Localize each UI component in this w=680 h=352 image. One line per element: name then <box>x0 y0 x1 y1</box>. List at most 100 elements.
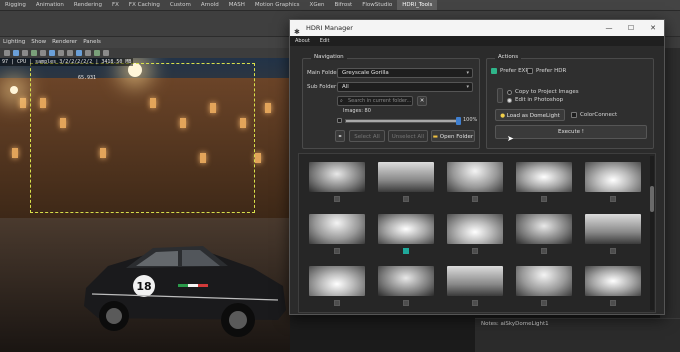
hdri-thumbnail[interactable] <box>378 266 434 296</box>
thumbnail-select-checkbox[interactable] <box>610 248 616 254</box>
hdri-thumbnail[interactable] <box>447 162 503 192</box>
hdri-thumbnail[interactable] <box>309 214 365 244</box>
shelf-tab[interactable]: Custom <box>165 0 196 10</box>
thumbnail-select-checkbox[interactable] <box>334 248 340 254</box>
safe-action-icon[interactable] <box>94 50 100 56</box>
folder-icon: ▬ <box>432 134 440 140</box>
shelf-tab[interactable]: XGen <box>305 0 330 10</box>
wireframe-icon[interactable] <box>22 50 28 56</box>
street-lamp <box>10 86 18 94</box>
shelf-tab[interactable]: Rendering <box>69 0 107 10</box>
viewport-menu-panels[interactable]: Panels <box>80 37 104 48</box>
menu-edit[interactable]: Edit <box>315 36 335 46</box>
shelf-tab[interactable]: Animation <box>31 0 69 10</box>
hdri-thumbnail[interactable] <box>585 266 641 296</box>
svg-text:18: 18 <box>136 280 151 293</box>
slider-toggle-checkbox[interactable] <box>337 118 342 123</box>
grid-scrollbar[interactable] <box>650 156 654 310</box>
thumbnail-select-checkbox[interactable] <box>334 300 340 306</box>
viewport-menu-show[interactable]: Show <box>28 37 49 48</box>
hdri-thumbnail[interactable] <box>378 162 434 192</box>
prefer-hdr-checkbox[interactable] <box>527 68 533 74</box>
viewport-3d[interactable]: 18 <box>0 58 290 352</box>
colorconnect-checkbox[interactable] <box>571 112 577 118</box>
thumbnail-select-checkbox[interactable] <box>610 300 616 306</box>
shelf-tab-active[interactable]: HDRI_Tools <box>397 0 438 10</box>
hdri-thumbnail[interactable] <box>309 162 365 192</box>
hdri-thumbnail[interactable] <box>516 162 572 192</box>
camera-icon[interactable] <box>4 50 10 56</box>
thumbnail-select-checkbox[interactable] <box>334 196 340 202</box>
select-all-label: Select All <box>354 134 380 140</box>
thumbnail-select-checkbox[interactable] <box>472 196 478 202</box>
thumbnail-select-checkbox[interactable] <box>610 196 616 202</box>
hdri-thumbnail-grid[interactable] <box>298 153 656 313</box>
shelf-tab[interactable]: FX <box>107 0 124 10</box>
edit-photoshop-radio[interactable] <box>507 98 512 103</box>
link-icon[interactable]: ⚭ <box>335 130 345 142</box>
thumbnail-size-slider[interactable] <box>345 117 461 125</box>
scrollbar-handle[interactable] <box>650 186 654 212</box>
shelf-tab[interactable]: Bifrost <box>329 0 357 10</box>
hdri-thumbnail[interactable] <box>447 214 503 244</box>
close-button[interactable]: ✕ <box>642 20 664 36</box>
open-folder-button[interactable]: ▬ Open Folder <box>431 130 475 142</box>
execute-button[interactable]: Execute ! <box>495 125 647 139</box>
hdri-manager-window: ✱ HDRI Manager — ☐ ✕ About Edit Navigati… <box>289 19 665 315</box>
search-placeholder: Search in current folder... <box>348 98 412 104</box>
grid-icon[interactable] <box>13 50 19 56</box>
maximize-button[interactable]: ☐ <box>620 20 642 36</box>
xray-icon[interactable] <box>58 50 64 56</box>
sub-folder-select[interactable]: All ▾ <box>337 82 473 92</box>
hdri-thumbnail[interactable] <box>309 266 365 296</box>
search-input[interactable]: ⌕ Search in current folder... <box>337 96 413 106</box>
window-titlebar[interactable]: ✱ HDRI Manager — ☐ ✕ <box>290 20 664 36</box>
prefer-hdr-label: Prefer HDR <box>536 68 567 74</box>
load-domelight-button[interactable]: ● Load as DomeLight <box>495 109 565 121</box>
lights-icon[interactable] <box>40 50 46 56</box>
clear-search-button[interactable]: ✕ <box>417 96 427 106</box>
hdri-thumbnail[interactable] <box>585 214 641 244</box>
thumbnail-select-checkbox[interactable] <box>472 248 478 254</box>
shadows-icon[interactable] <box>49 50 55 56</box>
main-folder-select[interactable]: Greyscale Gorilla ▾ <box>337 68 473 78</box>
thumbnail-select-checkbox[interactable] <box>403 300 409 306</box>
hdri-thumbnail[interactable] <box>585 162 641 192</box>
minimize-button[interactable]: — <box>598 20 620 36</box>
thumbnail-select-checkbox[interactable] <box>541 248 547 254</box>
shaded-icon[interactable] <box>31 50 37 56</box>
isolate-icon[interactable] <box>67 50 73 56</box>
hdri-thumbnail[interactable] <box>516 266 572 296</box>
menu-about[interactable]: About <box>290 36 315 46</box>
film-gate-icon[interactable] <box>85 50 91 56</box>
action-marker <box>497 88 503 103</box>
shelf-tab[interactable]: FlowStudio <box>357 0 397 10</box>
prefer-exr-checkbox[interactable] <box>491 68 497 74</box>
shelf-tab[interactable]: Motion Graphics <box>250 0 305 10</box>
shelf-tab[interactable]: FX Caching <box>124 0 165 10</box>
notes-field[interactable]: Notes: aiSkyDomeLight1 <box>475 318 680 352</box>
select-all-button[interactable]: Select All <box>349 130 385 142</box>
thumbnail-select-checkbox[interactable] <box>403 248 409 254</box>
slider-fill <box>346 120 460 122</box>
hdri-thumbnail[interactable] <box>516 214 572 244</box>
shelf-tab[interactable]: MASH <box>224 0 250 10</box>
thumbnail-select-checkbox[interactable] <box>472 300 478 306</box>
thumbnail-select-checkbox[interactable] <box>541 300 547 306</box>
hdri-thumbnail[interactable] <box>447 266 503 296</box>
unselect-all-label: Unselect All <box>391 134 425 140</box>
shelf-tab[interactable]: Rigging <box>0 0 31 10</box>
window-title: HDRI Manager <box>306 24 353 32</box>
viewport-menu-lighting[interactable]: Lighting <box>0 37 28 48</box>
resolution-gate-icon[interactable] <box>76 50 82 56</box>
thumbnail-select-checkbox[interactable] <box>541 196 547 202</box>
unselect-all-button[interactable]: Unselect All <box>388 130 428 142</box>
viewport-menu-renderer[interactable]: Renderer <box>49 37 80 48</box>
thumbnail-select-checkbox[interactable] <box>403 196 409 202</box>
hdri-thumbnail[interactable] <box>378 214 434 244</box>
slider-knob[interactable] <box>456 117 461 125</box>
hud-icon[interactable] <box>103 50 109 56</box>
navigation-group: Navigation Main Folder Greyscale Gorilla… <box>302 54 480 149</box>
shelf-tab[interactable]: Arnold <box>196 0 224 10</box>
copy-radio[interactable] <box>507 90 512 95</box>
